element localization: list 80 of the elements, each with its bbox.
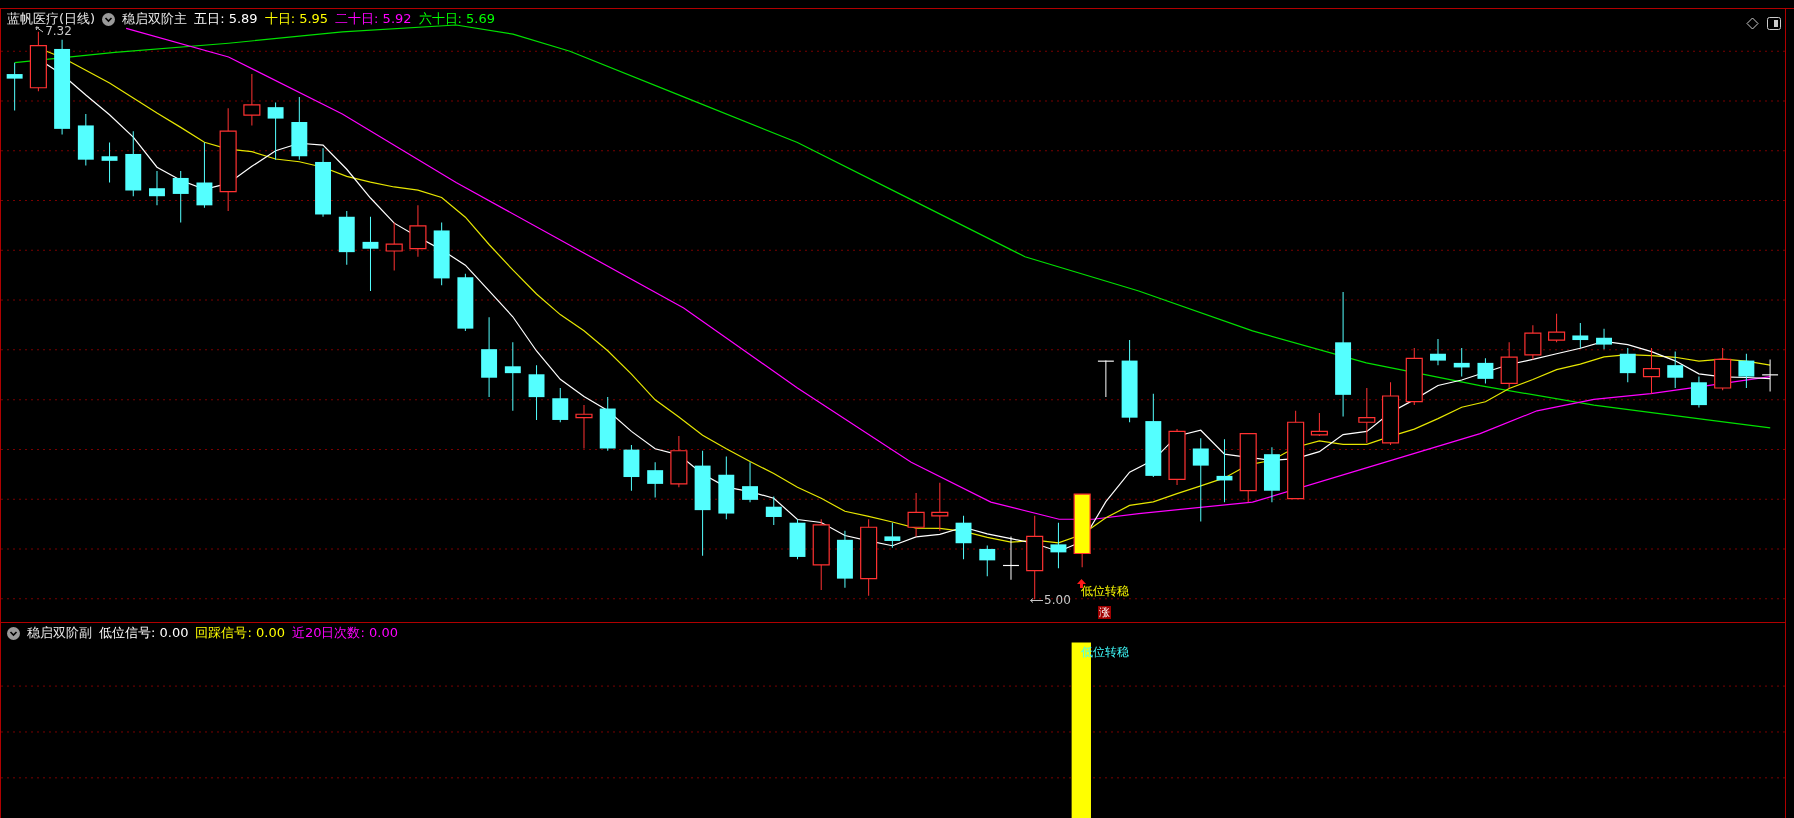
candlestick [670, 435, 688, 488]
candlestick [599, 396, 616, 452]
candlestick [433, 221, 450, 286]
candlestick [172, 170, 189, 223]
diamond-icon[interactable] [1746, 17, 1759, 30]
legend-value: 六十日: 5.69 [418, 10, 496, 28]
candlestick [955, 515, 972, 560]
candlestick [789, 518, 806, 560]
candlestick [1690, 376, 1707, 408]
candlestick [884, 522, 901, 549]
legend-value: 十日: 5.95 [264, 10, 329, 28]
candlestick [125, 130, 142, 197]
price-value: 7.32 [45, 23, 72, 38]
candlestick [979, 545, 996, 577]
candlestick [1548, 313, 1566, 343]
candlestick [907, 492, 925, 537]
candlestick [338, 210, 355, 266]
candlestick [1619, 347, 1636, 383]
chevron-down-icon[interactable] [102, 12, 116, 26]
candlestick [528, 364, 545, 421]
candlestick [1430, 338, 1446, 366]
candlestick [1714, 347, 1732, 391]
chevron-down-icon[interactable] [7, 626, 20, 640]
arrow-icon [1030, 596, 1044, 604]
candlestick [504, 341, 521, 412]
candlestick [1050, 522, 1067, 569]
candlestick [623, 444, 640, 492]
candlestick [243, 73, 261, 126]
candlestick [29, 31, 47, 92]
candlestick [765, 495, 782, 526]
candlestick [742, 461, 758, 503]
rise-badge: 涨 [1098, 605, 1112, 619]
candlestick [196, 142, 213, 209]
candlestick [267, 102, 284, 161]
candlestick [1477, 357, 1494, 384]
candlestick [101, 142, 118, 183]
candlestick [6, 62, 23, 112]
candlestick [1382, 381, 1400, 446]
candlestick [1097, 360, 1114, 398]
indicator-name: 稳启双阶主 [122, 10, 188, 28]
candlestick [1003, 535, 1019, 581]
candlestick [1310, 412, 1328, 437]
candlestick [647, 461, 664, 499]
candlestick [1239, 433, 1257, 503]
indicator-name: 稳启双阶副 [27, 624, 92, 642]
candlestick [552, 387, 569, 423]
candlestick [1596, 328, 1612, 350]
price-value: 5.00 [1044, 593, 1071, 608]
legend-value: 二十日: 5.92 [335, 10, 412, 28]
candlestick [1358, 387, 1376, 444]
candlestick [1762, 358, 1779, 392]
panel-toggle-icon[interactable] [1767, 17, 1781, 30]
candlestick [1500, 341, 1518, 389]
candlestick [575, 404, 593, 449]
legend-value: 低位信号: 0.00 [99, 624, 189, 642]
candlestick [1168, 428, 1186, 486]
candlestick [457, 273, 474, 332]
candlestick [409, 204, 427, 258]
candlestick [931, 482, 949, 532]
candlestick [1642, 347, 1661, 395]
legend-value: 近20日次数: 0.00 [291, 624, 398, 642]
candlestick [77, 113, 94, 166]
legend-value: 五日: 5.89 [194, 10, 258, 28]
candlestick [291, 96, 308, 161]
candlestick [1572, 322, 1589, 349]
candlestick [1524, 324, 1542, 360]
candlestick [1738, 353, 1755, 389]
stock-title: 蓝帆医疗(日线) [7, 10, 96, 26]
candlestick [1216, 438, 1233, 503]
signal-label: 低位转稳 [1081, 582, 1130, 600]
candlestick [315, 147, 331, 218]
candlestick [1405, 347, 1423, 406]
candlestick [149, 170, 165, 206]
candlestick [385, 221, 403, 271]
legend-value: 回踩信号: 0.00 [195, 624, 285, 642]
candlestick [836, 530, 853, 589]
candlestick [718, 456, 735, 520]
candlestick [1453, 347, 1470, 378]
candlestick [1667, 350, 1684, 389]
candlestick [1263, 446, 1280, 503]
